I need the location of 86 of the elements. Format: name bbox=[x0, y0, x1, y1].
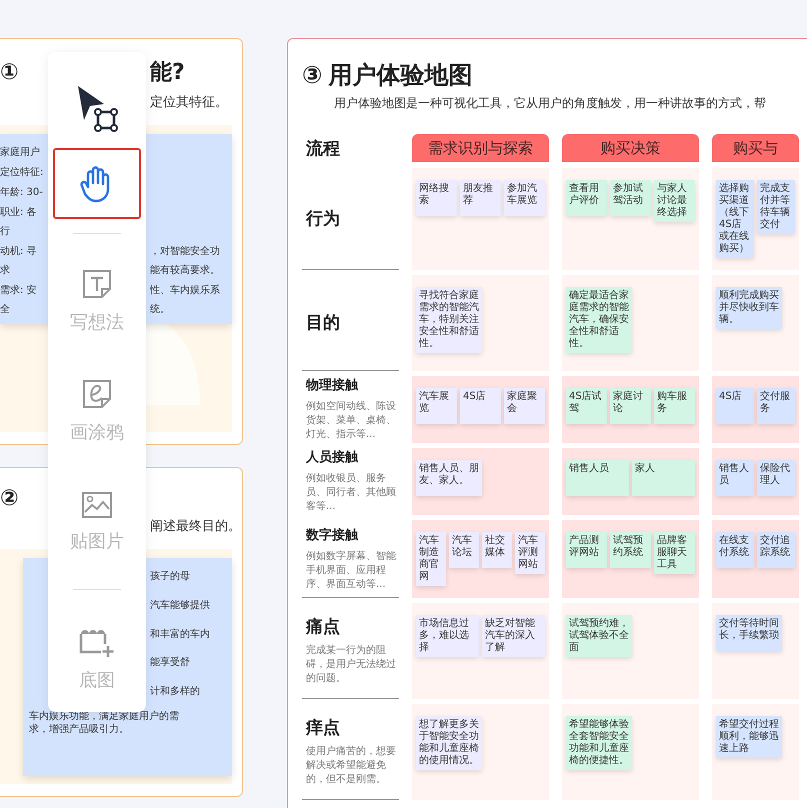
sticky-note: 交付等待时间长，手续繁琐 bbox=[716, 615, 782, 651]
note-tool-button[interactable]: 写想法 bbox=[53, 248, 141, 354]
sticky-note: 家人 bbox=[632, 460, 695, 496]
row-label: 人员接触 bbox=[306, 448, 360, 466]
sticky-note: 选择购买渠道（线下4S店或在线购买） bbox=[716, 180, 754, 258]
section-title: 能? bbox=[150, 60, 185, 85]
sticky-note: 品牌客服聊天工具 bbox=[654, 532, 695, 574]
row-description: 使用户痛苦的，想要解决或希望能避免的，但不是刚需。 bbox=[306, 745, 397, 787]
sticky-note: 与家人讨论最终选择 bbox=[654, 180, 695, 222]
sticky-note: 4S店 bbox=[460, 388, 501, 424]
sticky-note: 汽车展览 bbox=[416, 388, 457, 424]
stage-header: 需求识别与探索 bbox=[412, 134, 549, 162]
note-text: 和丰富的车内 bbox=[150, 628, 211, 640]
row-label: 行为 bbox=[306, 208, 341, 230]
sticky-note: 参加汽车展览 bbox=[504, 180, 545, 216]
image-icon bbox=[81, 490, 113, 519]
note-text: 需求: 安全 bbox=[0, 285, 37, 315]
stage-header: 购买决策 bbox=[562, 134, 699, 162]
sticky-note: 寻找符合家庭需求的智能汽车，特别关注安全性和舒适性。 bbox=[416, 287, 482, 353]
map-title: 用户体验地图 bbox=[328, 60, 472, 91]
row-label: 目的 bbox=[306, 312, 341, 334]
sticky-note: 4S店 bbox=[716, 388, 754, 424]
sticky-note: 销售人员 bbox=[716, 460, 754, 496]
sticky-note: 试驾预约系统 bbox=[610, 532, 651, 568]
sticky-note: 购车服务 bbox=[654, 388, 695, 424]
sticky-note: 汽车评测网站 bbox=[515, 532, 545, 574]
sticky-note: 希望交付过程顺利，能够迅速上路 bbox=[716, 716, 782, 758]
image-tool-button[interactable]: 贴图片 bbox=[53, 468, 141, 575]
frame-tool-button[interactable]: 底图 bbox=[53, 604, 141, 710]
note-text: ，对智能安全功能有较高要求。 bbox=[150, 246, 220, 276]
row-description: 例如数字屏幕、智能手机界面、应用程序、界面互动等... bbox=[306, 550, 397, 592]
note-text: 计和多样的 bbox=[150, 685, 201, 698]
sticky-note: 顺利完成购买并尽快收到车辆。 bbox=[716, 287, 782, 329]
row-description: 例如收银员、服务员、同行者、其他顾客等... bbox=[306, 472, 397, 514]
sticky-note: 家庭聚会 bbox=[504, 388, 545, 424]
sticky-note: 社交媒体 bbox=[482, 532, 512, 568]
sticky-note: 参加试驾活动 bbox=[610, 180, 651, 216]
hand-tool-button[interactable] bbox=[53, 148, 141, 219]
note-text: 性、车内娱乐系统。 bbox=[150, 285, 220, 315]
sticky-note: 查看用户评价 bbox=[566, 180, 607, 216]
row-label: 痛点 bbox=[306, 616, 341, 638]
row-label: 数字接触 bbox=[306, 526, 360, 544]
sticky-note: 试驾预约难，试驾体验不全面 bbox=[566, 615, 632, 657]
sticky-note: 市场信息过多，难以选择 bbox=[416, 615, 479, 657]
note-text: 求，增强产品吸引力。 bbox=[29, 723, 130, 736]
sticky-note: 交付追踪系统 bbox=[757, 532, 795, 568]
sticky-note: 销售人员 bbox=[566, 460, 629, 496]
sticky-note: 4S店试驾 bbox=[566, 388, 607, 424]
section-subtitle: 阐述最终目的。 bbox=[150, 518, 241, 535]
sticky-note: 完成支付并等待车辆交付 bbox=[757, 180, 795, 234]
row-label: 流程 bbox=[306, 138, 341, 160]
doodle-note-icon bbox=[81, 378, 113, 410]
step-number: ① bbox=[0, 60, 19, 84]
row-label: 物理接触 bbox=[306, 376, 360, 394]
sticky-note: 汽车制造商官网 bbox=[416, 532, 446, 586]
section-subtitle: 定位其特征。 bbox=[150, 94, 229, 111]
note-text: 孩子的母 bbox=[150, 570, 191, 583]
sticky-note: 交付服务 bbox=[757, 388, 795, 424]
doodle-tool-button[interactable]: 画涂鸦 bbox=[53, 358, 141, 464]
note-text: 汽车能够提供 bbox=[150, 598, 211, 612]
sticky-note: 在线支付系统 bbox=[716, 532, 754, 568]
sticky-note: 产品测评网站 bbox=[566, 532, 607, 568]
note-text: 职业: 各行 bbox=[0, 207, 37, 237]
sticky-note: 家庭讨论 bbox=[610, 388, 651, 424]
sticky-note: 朋友推荐 bbox=[460, 180, 501, 216]
note-text: 能享受舒 bbox=[150, 656, 191, 670]
sticky-note: 想了解更多关于智能安全功能和儿童座椅的使用情况。 bbox=[416, 716, 482, 770]
stage-header: 购买与 bbox=[712, 134, 799, 162]
note-text: 动机: 寻求 bbox=[0, 246, 37, 276]
note-text: 年龄: 30- bbox=[0, 187, 43, 198]
sticky-note: 希望能够体验全套智能安全功能和儿童座椅的便捷性。 bbox=[566, 716, 632, 770]
note-text: 家庭用户 bbox=[0, 147, 40, 158]
text-note-icon bbox=[81, 268, 113, 300]
sticky-note: 汽车论坛 bbox=[449, 532, 479, 568]
sticky-note: 销售人员、朋友、家人。 bbox=[416, 460, 482, 496]
note-text: 定位特征: bbox=[0, 167, 44, 178]
sticky-note: 确定最适合家庭需求的智能汽车，确保安全性和舒适性。 bbox=[566, 287, 632, 353]
step-number: ② bbox=[0, 486, 19, 511]
sticky-note: 网络搜索 bbox=[416, 180, 457, 216]
step-number: ③ bbox=[302, 61, 322, 89]
map-description: 用户体验地图是一种可视化工具，它从用户的角度触发，用一种讲故事的方式，帮 bbox=[334, 95, 767, 112]
row-label: 痒点 bbox=[306, 717, 341, 739]
sticky-note: 保险代理人 bbox=[757, 460, 795, 496]
row-description: 例如空间动线、陈设货架、菜单、桌椅、灯光、指示等... bbox=[306, 400, 397, 442]
row-description: 完成某一行为的阻碍，是用户无法绕过的问题。 bbox=[306, 644, 397, 686]
sticky-note: 缺乏对智能汽车的深入了解 bbox=[482, 615, 545, 657]
